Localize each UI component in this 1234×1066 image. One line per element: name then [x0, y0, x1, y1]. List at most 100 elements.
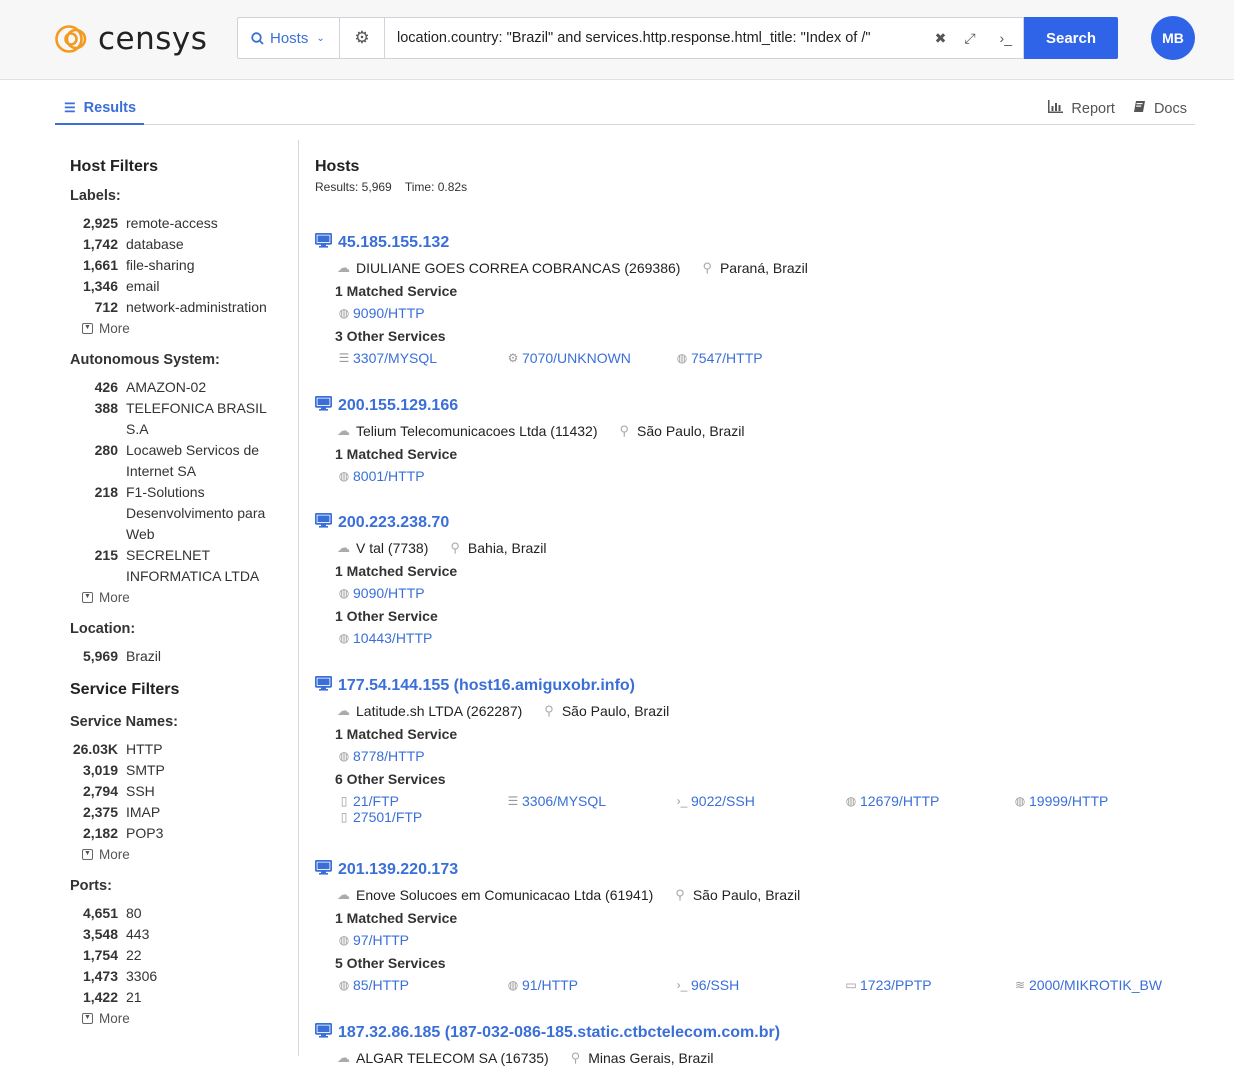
filters-sidebar: Host Filters Labels: 2,925 remote-access 1…	[55, 140, 299, 1056]
service-link[interactable]: ›_ 96/SSH	[676, 977, 845, 993]
service-link[interactable]: ◍ 19999/HTTP	[1014, 793, 1183, 809]
filter-row[interactable]: 3,548 443	[70, 924, 298, 945]
filter-count: 2,925	[82, 215, 118, 231]
filter-row[interactable]: 26.03K HTTP	[70, 739, 298, 760]
filter-row[interactable]: 1,346 email	[70, 276, 298, 297]
service-link[interactable]: ☰ 3306/MYSQL	[507, 793, 676, 809]
filter-count: 1,422	[82, 989, 118, 1005]
service-link[interactable]: ▭ 1723/PPTP	[845, 977, 1014, 993]
host-location: São Paulo, Brazil	[561, 703, 670, 719]
results-count: Results: 5,969	[315, 180, 392, 194]
globe-icon: ◍	[1014, 794, 1026, 808]
monitor-icon	[314, 1022, 333, 1042]
service-label: 8778/HTTP	[353, 748, 425, 764]
filter-count: 3,019	[82, 762, 118, 778]
censys-logo[interactable]: censys	[55, 21, 207, 57]
service-link[interactable]: ◍ 12679/HTTP	[845, 793, 1014, 809]
filter-row[interactable]: 4,651 80	[70, 903, 298, 924]
filter-row[interactable]: 1,661 file-sharing	[70, 255, 298, 276]
filter-row[interactable]: 1,754 22	[70, 945, 298, 966]
filter-row[interactable]: 280 Locaweb Servicos de Internet SA	[70, 440, 298, 482]
filter-row[interactable]: 1,473 3306	[70, 966, 298, 987]
service-link[interactable]: ◍ 8001/HTTP	[338, 468, 507, 484]
filter-row[interactable]: 1,422 21	[70, 987, 298, 1008]
search-button[interactable]: Search	[1024, 17, 1118, 59]
service-link[interactable]: ◍ 91/HTTP	[507, 977, 676, 993]
search-query-input[interactable]	[384, 17, 1024, 59]
service-link[interactable]: ☰ 3307/MYSQL	[338, 350, 507, 366]
expand-box-icon: ▼	[82, 1013, 93, 1024]
cloud-icon: ☁	[337, 423, 350, 438]
service-link[interactable]: ◍ 8778/HTTP	[338, 748, 507, 764]
filter-row[interactable]: 388 TELEFONICA BRASIL S.A	[70, 398, 298, 440]
filter-row[interactable]: 2,375 IMAP	[70, 802, 298, 823]
filter-name: 443	[126, 926, 150, 942]
filter-name: SMTP	[126, 762, 165, 778]
filter-count: 2,794	[82, 783, 118, 799]
services-row: ◍ 9090/HTTP	[338, 305, 1215, 321]
labels-more-button[interactable]: ▼ More	[82, 321, 298, 336]
service-link[interactable]: ≋ 2000/MIKROTIK_BW	[1014, 977, 1183, 993]
host-ip: 177.54.144.155 (host16.amiguxobr.info)	[338, 676, 636, 694]
location-pin-icon: ⚲	[702, 260, 712, 275]
filter-row[interactable]: 215 SECRELNET INFORMATICA LTDA	[70, 545, 298, 587]
filter-count: 4,651	[82, 905, 118, 921]
cloud-icon: ☁	[337, 540, 350, 555]
service-link[interactable]: ⚙ 7070/UNKNOWN	[507, 350, 676, 366]
filter-row[interactable]: 5,969 Brazil	[70, 646, 298, 667]
service-link[interactable]: ◍ 7547/HTTP	[676, 350, 845, 366]
database-icon: ☰	[338, 351, 350, 365]
docs-link[interactable]: Docs	[1133, 100, 1187, 117]
filter-row[interactable]: 3,019 SMTP	[70, 760, 298, 781]
as-filter-list: 426 AMAZON-02 388 TELEFONICA BRASIL S.A 280 L…	[70, 377, 298, 587]
filter-name: email	[126, 278, 160, 294]
service-link[interactable]: ◍ 85/HTTP	[338, 977, 507, 993]
service-link[interactable]: ◍ 10443/HTTP	[338, 630, 507, 646]
gear-icon: ⚙	[354, 28, 370, 47]
service-label: 19999/HTTP	[1029, 793, 1109, 809]
filter-row[interactable]: 2,925 remote-access	[70, 213, 298, 234]
search-settings-button[interactable]: ⚙	[339, 17, 384, 59]
globe-icon: ◍	[338, 586, 350, 600]
service-link[interactable]: ◍ 9090/HTTP	[338, 585, 507, 601]
report-link[interactable]: Report	[1048, 100, 1115, 117]
filter-count: 280	[94, 442, 118, 458]
host-title-link[interactable]: 200.155.129.166	[314, 395, 1215, 415]
services-row: ◍ 85/HTTP ◍ 91/HTTP ›_ 96/SSH ▭ 1723/PPTP ≋ 2000/…	[338, 977, 1215, 993]
filter-row[interactable]: 1,742 database	[70, 234, 298, 255]
service-link[interactable]: ▯ 27501/FTP	[338, 809, 507, 825]
service-names-filter-list: 26.03K HTTP 3,019 SMTP 2,794 SSH 2,375 IMAP 2,18…	[70, 739, 298, 844]
filter-row[interactable]: 218 F1-Solutions Desenvolvimento para Web	[70, 482, 298, 545]
service-label: 91/HTTP	[522, 977, 579, 993]
ports-heading: Ports:	[70, 878, 112, 894]
as-heading: Autonomous System:	[70, 352, 220, 368]
service-label: 7070/UNKNOWN	[522, 350, 631, 366]
host-title-link[interactable]: 200.223.238.70	[314, 512, 1215, 532]
filter-row[interactable]: 2,794 SSH	[70, 781, 298, 802]
search-type-select[interactable]: Hosts ⌄	[237, 17, 339, 59]
clear-icon[interactable]: ✖	[935, 30, 947, 47]
host-title-link[interactable]: 201.139.220.173	[314, 859, 1215, 879]
list-icon: ☰	[64, 100, 76, 115]
host-title-link[interactable]: 187.32.86.185 (187-032-086-185.static.ct…	[314, 1022, 1215, 1042]
service-link[interactable]: ◍ 9090/HTTP	[338, 305, 507, 321]
as-more-button[interactable]: ▼ More	[82, 590, 298, 605]
user-avatar[interactable]: MB	[1151, 16, 1195, 60]
service-link[interactable]: ›_ 9022/SSH	[676, 793, 845, 809]
ports-more-button[interactable]: ▼ More	[82, 1011, 298, 1026]
filter-row[interactable]: 2,182 POP3	[70, 823, 298, 844]
host-title-link[interactable]: 45.185.155.132	[314, 232, 1215, 252]
filter-row[interactable]: 712 network-administration	[70, 297, 298, 318]
filter-count: 218	[94, 484, 118, 500]
host-title-link[interactable]: 177.54.144.155 (host16.amiguxobr.info)	[314, 675, 1215, 695]
terminal-icon[interactable]: ›_	[1000, 30, 1012, 46]
host-as-name: Enove Solucoes em Comunicacao Ltda (6194…	[356, 887, 654, 903]
service-link[interactable]: ◍ 97/HTTP	[338, 932, 507, 948]
host-as-line: ☁ ALGAR TELECOM SA (16735) ⚲ Minas Gerais, …	[337, 1050, 1215, 1066]
service-names-more-button[interactable]: ▼ More	[82, 847, 298, 862]
tab-results[interactable]: ☰ Results	[55, 96, 145, 125]
service-link[interactable]: ▯ 21/FTP	[338, 793, 507, 809]
filter-row[interactable]: 426 AMAZON-02	[70, 377, 298, 398]
services-heading: 1 Matched Service	[335, 726, 458, 742]
expand-icon[interactable]: ⤢	[964, 30, 975, 47]
